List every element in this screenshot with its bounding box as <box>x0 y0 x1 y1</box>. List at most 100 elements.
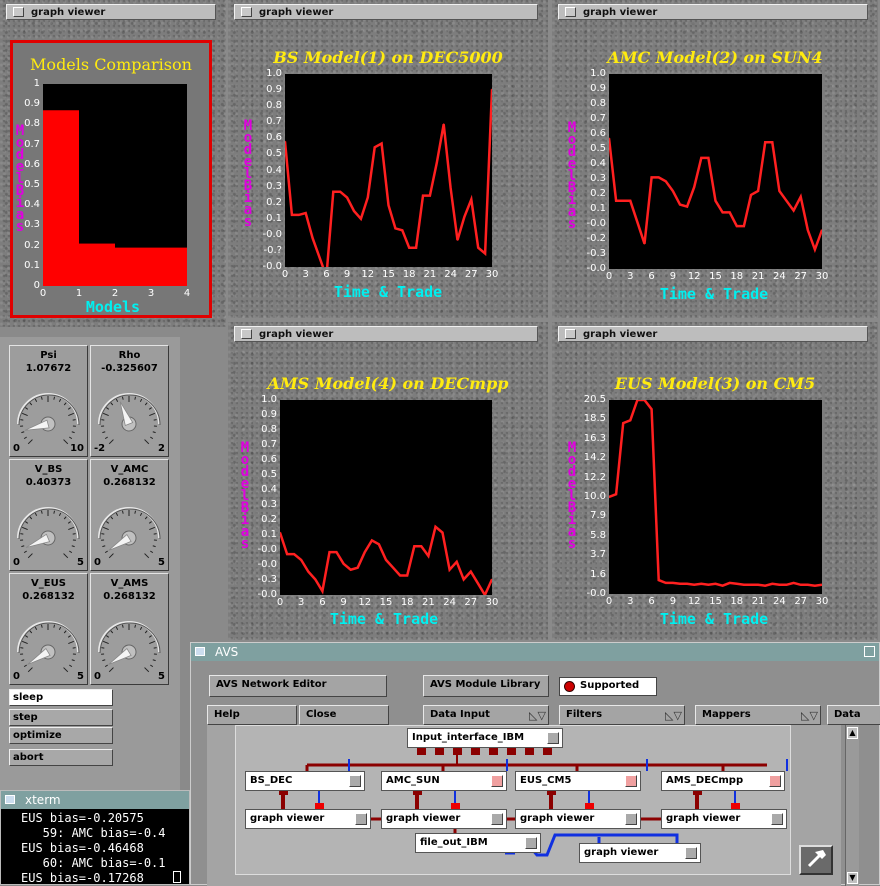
y-tick-label: 0.2 <box>247 514 277 525</box>
window-menu-button[interactable] <box>241 329 252 339</box>
module-toggle[interactable] <box>685 847 697 859</box>
data-point <box>701 157 703 159</box>
dial-v-bs[interactable]: V_BS0.4037305 <box>9 459 88 571</box>
dial-value: 0.268132 <box>10 591 87 602</box>
bar-plot-area <box>43 84 187 286</box>
close-button[interactable]: Close <box>299 705 389 725</box>
module-ams-decmpp[interactable]: AMS_DECmpp <box>661 771 785 791</box>
window-menu-button[interactable] <box>565 7 576 17</box>
xterm-output[interactable]: EUS bias=-0.20575 59: AMC bias=-0.4 EUS … <box>21 811 189 885</box>
bar-chart-area: 00.10.20.30.40.50.60.70.80.9101234 <box>13 43 209 315</box>
x-tick-label: 15 <box>706 271 726 282</box>
module-input-interface[interactable]: Input_interface_IBM <box>407 728 563 748</box>
module-file-out[interactable]: file_out_IBM <box>415 833 541 853</box>
data-point <box>800 584 802 586</box>
hammer-icon[interactable] <box>799 845 833 875</box>
step-button[interactable]: step <box>9 709 113 726</box>
window-menu-icon[interactable] <box>5 795 15 804</box>
sleep-button[interactable]: sleep <box>9 689 113 706</box>
y-tick-label: -0.2 <box>576 233 606 244</box>
chevron-down-icon[interactable]: ◺▽ <box>801 709 818 722</box>
module-toggle[interactable] <box>491 775 503 787</box>
data-point <box>408 247 410 249</box>
module-toggle[interactable] <box>769 775 781 787</box>
module-toggle[interactable] <box>625 775 637 787</box>
chevron-down-icon[interactable]: ◺▽ <box>529 709 546 722</box>
module-graph-viewer[interactable]: graph viewer <box>515 809 641 829</box>
window-titlebar[interactable]: graph viewer <box>234 4 538 20</box>
series-line <box>285 89 492 267</box>
module-graph-viewer[interactable]: graph viewer <box>661 809 787 829</box>
window-titlebar[interactable]: graph viewer <box>558 326 868 342</box>
window-titlebar[interactable]: graph viewer <box>6 4 216 20</box>
module-graph-viewer[interactable]: graph viewer <box>579 843 701 863</box>
network-scrollbar[interactable]: ▲ ▼ <box>845 725 859 886</box>
x-tick-label: 18 <box>399 269 419 280</box>
optimize-button[interactable]: optimize <box>9 727 113 744</box>
module-bs-dec[interactable]: BS_DEC <box>245 771 365 791</box>
dial-psi[interactable]: Psi1.07672010 <box>9 345 88 457</box>
scroll-down-icon[interactable]: ▼ <box>847 872 858 884</box>
supported-toggle[interactable]: Supported <box>559 677 657 696</box>
dial-rho[interactable]: Rho-0.325607-22 <box>90 345 169 457</box>
graph-viewer-window: graph viewer EUS Model(3) on CM5 Model B… <box>552 322 878 640</box>
data-point <box>395 228 397 230</box>
window-menu-button[interactable] <box>13 7 24 17</box>
network-canvas[interactable]: Input_interface_IBM BS_DEC AMC_SUN EUS_C… <box>207 725 841 886</box>
module-toggle[interactable] <box>355 813 367 825</box>
xterm-line: EUS bias=-0.46468 <box>21 841 189 856</box>
module-toggle[interactable] <box>349 775 361 787</box>
x-tick-label: 0 <box>33 288 53 299</box>
bar-graph-window: graph viewer Models Comparison Model Bia… <box>0 0 226 327</box>
module-toggle[interactable] <box>625 813 637 825</box>
avs-titlebar[interactable]: AVS <box>191 643 879 661</box>
module-graph-viewer[interactable]: graph viewer <box>381 809 507 829</box>
data-point <box>415 247 417 249</box>
maximize-icon[interactable] <box>864 646 875 657</box>
window-title: graph viewer <box>259 329 333 340</box>
x-tick-label: 18 <box>397 597 417 608</box>
y-tick-label: 18.5 <box>576 413 606 424</box>
scroll-up-icon[interactable]: ▲ <box>847 727 858 739</box>
module-amc-sun[interactable]: AMC_SUN <box>381 771 507 791</box>
dial-v-eus[interactable]: V_EUS0.26813205 <box>9 573 88 685</box>
y-tick-label: 20.5 <box>576 394 606 405</box>
abort-button[interactable]: abort <box>9 749 113 766</box>
x-tick-label: 6 <box>316 269 336 280</box>
x-tick-label: 3 <box>141 288 161 299</box>
window-titlebar[interactable]: graph viewer <box>558 4 868 20</box>
graph-xlabel: Time & Trade <box>614 610 814 628</box>
window-menu-button[interactable] <box>565 329 576 339</box>
gauge-face <box>10 488 87 568</box>
module-eus-cm5[interactable]: EUS_CM5 <box>515 771 641 791</box>
y-tick-label: 0.5 <box>10 179 40 190</box>
module-toggle[interactable] <box>771 813 783 825</box>
data-point <box>693 584 695 586</box>
y-tick-label: 5.8 <box>576 530 606 541</box>
window-titlebar[interactable]: graph viewer <box>234 326 538 342</box>
window-menu-icon[interactable] <box>195 647 205 656</box>
window-menu-button[interactable] <box>241 7 252 17</box>
data-point <box>307 571 309 573</box>
module-toggle[interactable] <box>491 813 503 825</box>
xterm-titlebar[interactable]: xterm <box>1 791 189 809</box>
dial-v-amc[interactable]: V_AMC0.26813205 <box>90 459 169 571</box>
y-tick-label: 0.9 <box>10 98 40 109</box>
x-tick-label: 9 <box>337 269 357 280</box>
gauge-face <box>91 488 168 568</box>
chevron-down-icon[interactable]: ◺▽ <box>665 709 682 722</box>
module-toggle[interactable] <box>547 732 559 744</box>
avs-module-library-button[interactable]: AVS Module Library <box>423 675 549 697</box>
y-tick-label: -0.0 <box>247 559 277 570</box>
avs-network-editor-button[interactable]: AVS Network Editor <box>209 675 387 697</box>
data-point <box>399 575 401 577</box>
dial-v-ams[interactable]: V_AMS0.26813205 <box>90 573 169 685</box>
help-button[interactable]: Help <box>207 705 297 725</box>
data-point <box>305 212 307 214</box>
module-graph-viewer[interactable]: graph viewer <box>245 809 371 829</box>
y-tick-label: 0.5 <box>247 469 277 480</box>
module-toggle[interactable] <box>525 837 537 849</box>
y-tick-label: 0.7 <box>252 116 282 127</box>
data-point <box>637 221 639 223</box>
lib-data[interactable]: Data <box>827 705 880 725</box>
